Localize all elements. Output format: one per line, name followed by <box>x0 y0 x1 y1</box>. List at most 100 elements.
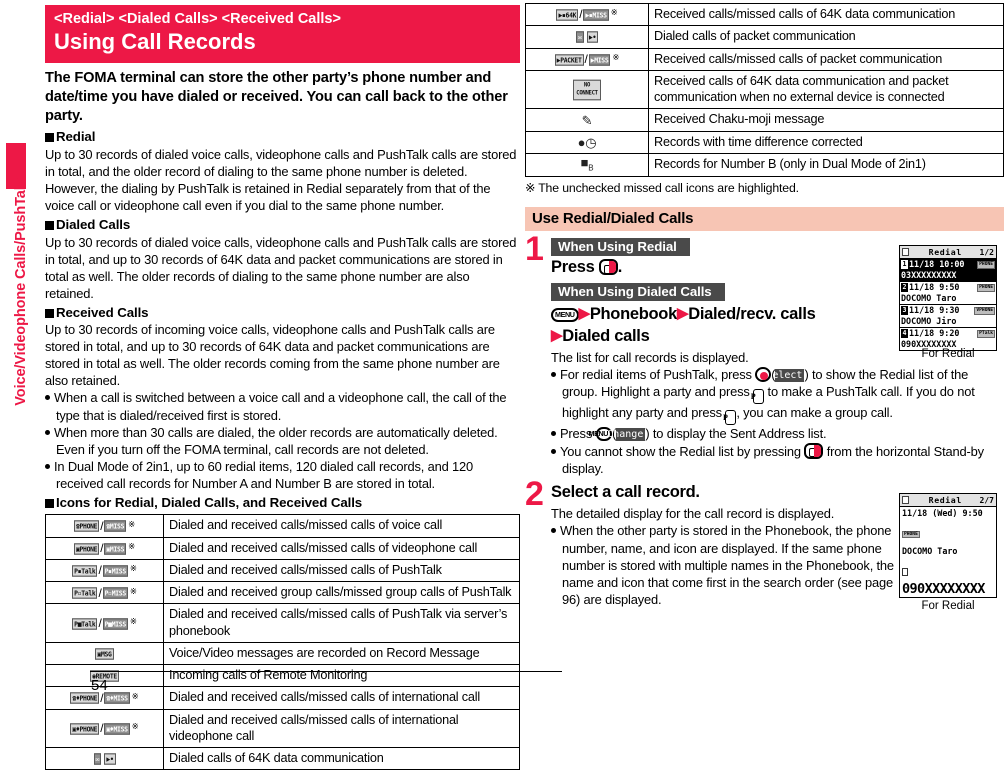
note-bullet-text: In Dual Mode of 2in1, up to 60 redial it… <box>54 458 474 491</box>
menu-key-icon[interactable]: MENU <box>551 308 579 323</box>
footnote-marker: ※ <box>610 7 618 18</box>
footnote-marker: ※ <box>128 518 136 529</box>
icon-desc: Dialed and received group calls/missed g… <box>163 581 520 605</box>
footnote-marker: ※ <box>129 615 137 626</box>
phone-screen-page: 2/7 <box>979 495 994 505</box>
step-2-bullet: When the other party is stored in the Ph… <box>551 522 901 607</box>
bullet-dot-icon <box>551 431 556 437</box>
step-2-number: 2 <box>525 474 544 513</box>
icon-cell: ▣MSG <box>45 641 164 666</box>
phone-screen-title: Redial <box>928 247 962 257</box>
icon-desc: Dialed and received calls/missed calls o… <box>163 708 520 749</box>
subhead-icons: Icons for Redial, Dialed Calls, and Rece… <box>45 494 520 512</box>
table-row: ▣PHONE / ▣MISS ※ Dialed and received calls/… <box>45 536 520 560</box>
table-row: ☎PHONE / ☎MISS ※ Dialed and received calls/… <box>45 514 520 538</box>
icon-desc: Dialed calls of 64K data communication <box>163 747 520 770</box>
icon-desc: Received calls of 64K data communication… <box>648 69 1004 110</box>
icon-cell: P▪Talk / P▪MISS ※ <box>45 558 164 583</box>
voice-call-dialed-icon: ☎PHONE <box>73 520 100 533</box>
icon-cell: ✉ ▶• <box>525 25 649 49</box>
footnote-marker: ※ <box>612 51 620 62</box>
arrow-icon: ▶ <box>551 326 563 344</box>
phone-status-bar: Redial 2/7 <box>900 494 996 507</box>
list-item-date: 11/18 9:20 <box>909 328 960 338</box>
icon-cell: ▶▪64K / ▶▪MISS ※ <box>525 2 649 27</box>
detail-name: DOCOMO Taro <box>902 546 958 556</box>
page-title: Using Call Records <box>54 29 256 55</box>
voice-call-missed-icon: ☎MISS <box>104 520 127 533</box>
select-softkey-label[interactable]: Select <box>766 369 805 383</box>
list-item[interactable]: 1 11/18 10:00 PHONE 03XXXXXXXXX <box>900 259 996 282</box>
icon-desc: Records with time difference corrected <box>648 130 1004 154</box>
note-bullet: When more than 30 calls are dialed, the … <box>45 424 520 458</box>
step-1-number: 1 <box>525 230 544 269</box>
icon-cell: ●◷ <box>525 130 649 154</box>
icon-desc: Dialed calls of packet communication <box>648 25 1004 49</box>
pushtalk-missed-icon: P▪MISS <box>102 565 128 577</box>
step-1-subhead-dialed: When Using Dialed Calls <box>551 283 725 302</box>
list-item-line1: 4 11/18 9:20 PTalk <box>901 328 995 339</box>
note-bullet-text: When more than 30 calls are dialed, the … <box>54 424 498 457</box>
international-call-missed-icon: ☎♦MISS <box>104 692 130 705</box>
step-1-bullet-change: Press MENU(Change) to display the Sent A… <box>551 425 1004 442</box>
arrow-icon: ▶ <box>676 305 689 323</box>
pushtalk-group-dialed-icon: P▫Talk <box>72 587 98 599</box>
list-item-line1: 3 11/18 9:30 VPHONE <box>901 305 995 316</box>
detail-phonebook-icon-row <box>900 557 996 580</box>
pushtalk-key-icon[interactable]: P <box>723 410 737 426</box>
phone-screen-title: Redial <box>928 495 962 505</box>
menu-path-2[interactable]: Dialed/recv. calls <box>688 305 816 323</box>
subhead-icons-label: Icons for Redial, Dialed Calls, and Rece… <box>56 494 363 510</box>
icon-cell: ✎ <box>525 108 649 132</box>
page-title-banner: <Redial> <Dialed Calls> <Received Calls>… <box>45 5 520 63</box>
subhead-redial: Redial <box>45 128 520 146</box>
redial-key-icon[interactable] <box>598 259 618 276</box>
voice-call-type-icon: PHONE <box>902 531 920 538</box>
change-softkey-label[interactable]: Change <box>607 428 646 442</box>
phone-screen-redial-caption: For Redial <box>921 348 975 360</box>
list-item[interactable]: 3 11/18 9:30 VPHONE DOCOMO Jiro <box>900 305 996 328</box>
pushtalk-key-icon[interactable]: P <box>751 389 765 405</box>
list-item[interactable]: 4 11/18 9:20 PTalk 090XXXXXXXX <box>900 328 996 350</box>
battery-icon <box>902 496 909 504</box>
phonebook-entry-icon <box>902 568 908 576</box>
menu-path-1[interactable]: Phonebook <box>590 305 677 323</box>
videophone-dialed-icon: ▣PHONE <box>73 542 100 555</box>
banner-kicker: <Redial> <Dialed Calls> <Received Calls> <box>54 11 341 27</box>
redial-key-icon[interactable] <box>804 442 824 459</box>
table-row: ▶PACKET / ▶MISS ※ Received calls/missed cal… <box>525 47 1004 71</box>
icon-cell: ■B <box>525 152 649 178</box>
bullet-text-pre: For redial items of PushTalk, press <box>560 367 752 383</box>
icon-cell: ▣PHONE / ▣MISS ※ <box>45 536 164 560</box>
icon-desc: Voice/Video messages are recorded on Rec… <box>163 641 520 666</box>
table-row: ●◷ Records with time difference correcte… <box>525 130 1004 154</box>
number-b-icon: ■B <box>580 154 594 173</box>
icon-desc: Records for Number B (only in Dual Mode … <box>648 152 1004 178</box>
icon-cell: NO CONNECT <box>525 69 649 110</box>
table-footnote: ※ The unchecked missed call icons are hi… <box>525 181 799 196</box>
list-item[interactable]: 2 11/18 9:50 PHONE DOCOMO Taro <box>900 282 996 305</box>
footnote-marker: ※ <box>128 541 136 551</box>
packet-received-icon: ▶PACKET <box>554 53 584 66</box>
icon-cell: ▣♦PHONE / ▣♦MISS ※ <box>45 708 164 749</box>
section-redial-text: Up to 30 records of dialed voice calls, … <box>45 146 517 213</box>
bullet-dot-icon <box>551 448 556 454</box>
pushtalk-server-dialed-icon: P■Talk <box>72 617 98 630</box>
international-videophone-missed-icon: ▣♦MISS <box>104 723 130 735</box>
time-difference-clock-icon: ●◷ <box>577 135 597 151</box>
footnote-marker: ※ <box>131 690 139 701</box>
table-row: NO CONNECT Received calls of 64K data com… <box>525 69 1004 110</box>
record-message-icon: ▣MSG <box>95 648 114 660</box>
subhead-redial-label: Redial <box>56 129 96 145</box>
pushtalk-group-missed-icon: P▫MISS <box>102 587 128 599</box>
videophone-missed-icon: ▣MISS <box>104 542 127 555</box>
bullet-text-pre: You cannot show the Redial list by press… <box>560 443 801 459</box>
envelope-icon: ✉ <box>93 753 102 765</box>
footnote-marker: ※ <box>131 721 139 732</box>
table-row: P■Talk / P■MISS ※ Dialed and received calls… <box>45 603 520 643</box>
subhead-dialed-calls: Dialed Calls <box>45 216 520 234</box>
menu-path-3[interactable]: Dialed calls <box>562 327 650 345</box>
bullet-dot-icon <box>551 372 556 378</box>
bullet-dot-icon <box>551 528 556 534</box>
step-2-result: The detailed display for the call record… <box>551 506 835 522</box>
